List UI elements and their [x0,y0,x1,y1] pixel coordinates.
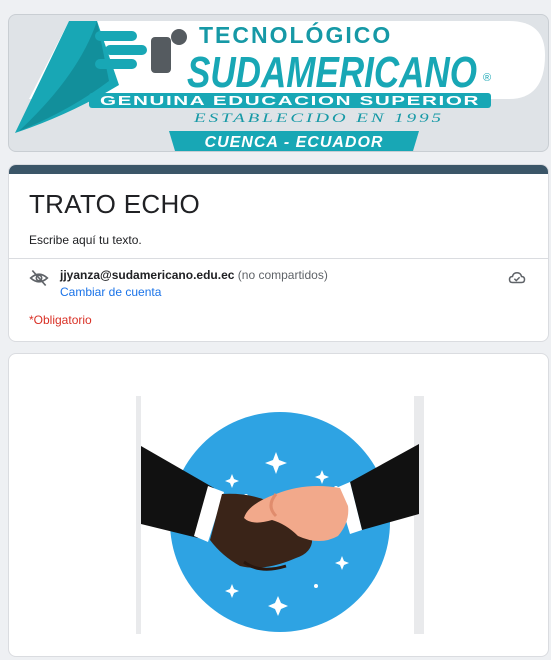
form-image-card [8,353,549,657]
form-accent-bar [9,165,548,174]
account-note: (no compartidos) [237,268,328,282]
required-note: *Obligatorio [29,313,92,327]
registered-mark: ® [483,72,491,84]
banner-established: ESTABLECIDO EN 1995 [193,110,444,125]
cloud-check-icon[interactable] [508,269,526,287]
form-header-card: TRATO ECHO Escribe aquí tu texto. jjyanz… [8,164,549,342]
banner-brand: SUDAMERICANO [187,48,477,97]
form-description: Escribe aquí tu texto. [29,233,142,247]
divider [9,258,548,259]
switch-account-link[interactable]: Cambiar de cuenta [60,285,161,299]
account-info: jjyanza@sudamericano.edu.ec (no comparti… [60,268,328,282]
handshake-image [136,396,424,634]
account-email: jjyanza@sudamericano.edu.ec [60,268,235,282]
banner-logo: TECNOLÓGICO SUDAMERICANO ® GENUINA EDUCA… [15,21,545,151]
eye-off-icon [29,269,49,287]
institution-banner: TECNOLÓGICO SUDAMERICANO ® GENUINA EDUCA… [8,14,549,152]
banner-tagline: GENUINA EDUCACION SUPERIOR [100,93,480,108]
handshake-illustration [136,396,424,634]
form-title: TRATO ECHO [29,189,201,219]
banner-top-line: TECNOLÓGICO [199,21,392,48]
banner-location: CUENCA - ECUADOR [205,134,384,151]
